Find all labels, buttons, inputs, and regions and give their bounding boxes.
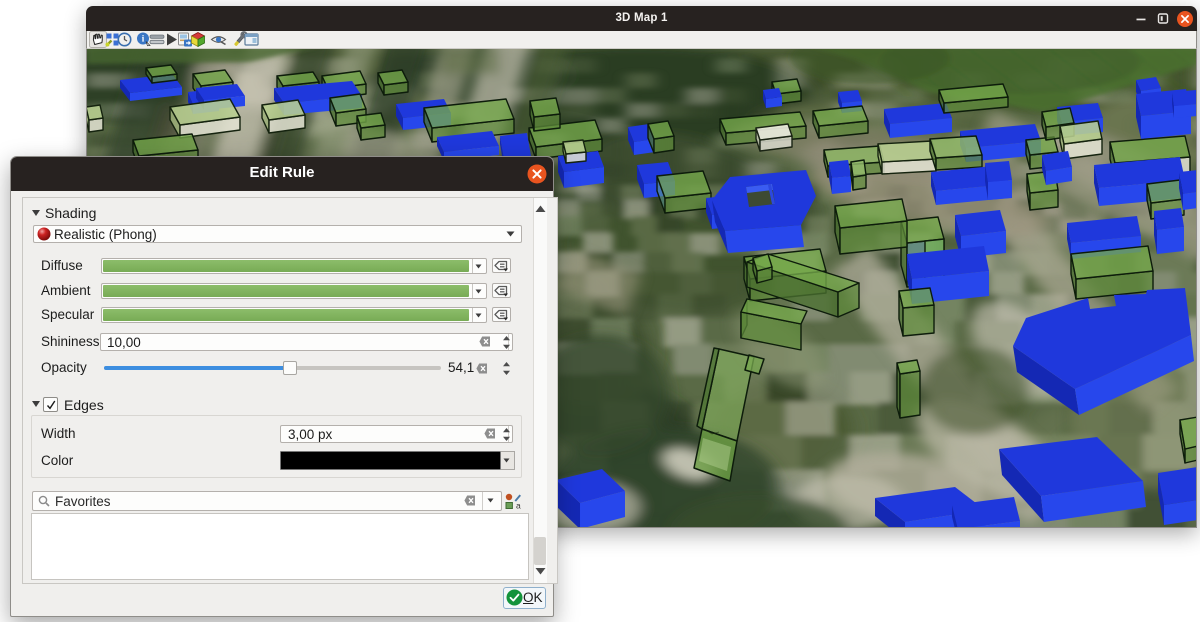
svg-text:a: a xyxy=(516,501,521,511)
